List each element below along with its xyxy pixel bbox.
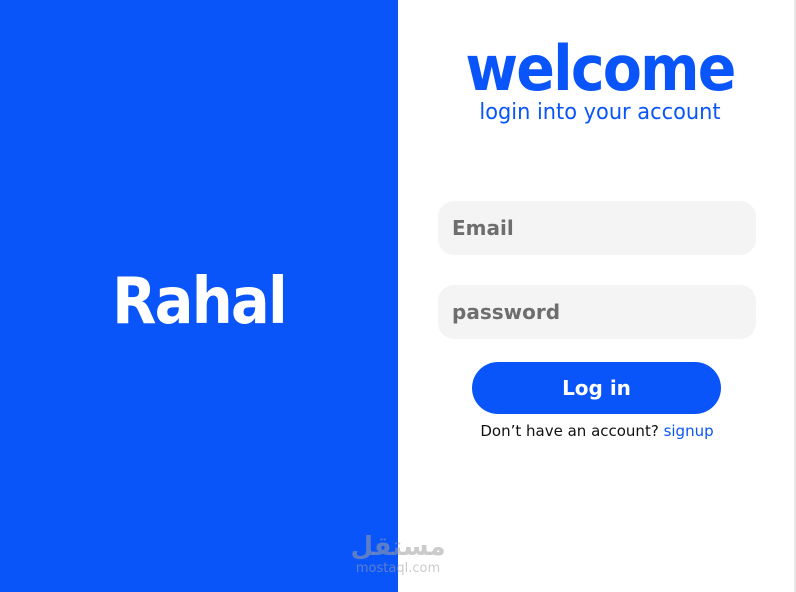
login-page: Rahal welcome login into your account Lo… (0, 0, 796, 592)
brand-panel: Rahal (0, 0, 398, 592)
welcome-title: welcome (465, 32, 736, 105)
login-button[interactable]: Log in (472, 362, 721, 414)
signup-prompt-text: Don’t have an account? (480, 422, 659, 440)
brand-name: Rahal (112, 265, 288, 339)
signup-link[interactable]: signup (664, 422, 714, 440)
password-field[interactable] (438, 285, 756, 339)
email-field[interactable] (438, 201, 756, 255)
signup-prompt-row: Don’t have an account? signup (398, 421, 796, 441)
welcome-subtitle: login into your account (479, 100, 721, 125)
